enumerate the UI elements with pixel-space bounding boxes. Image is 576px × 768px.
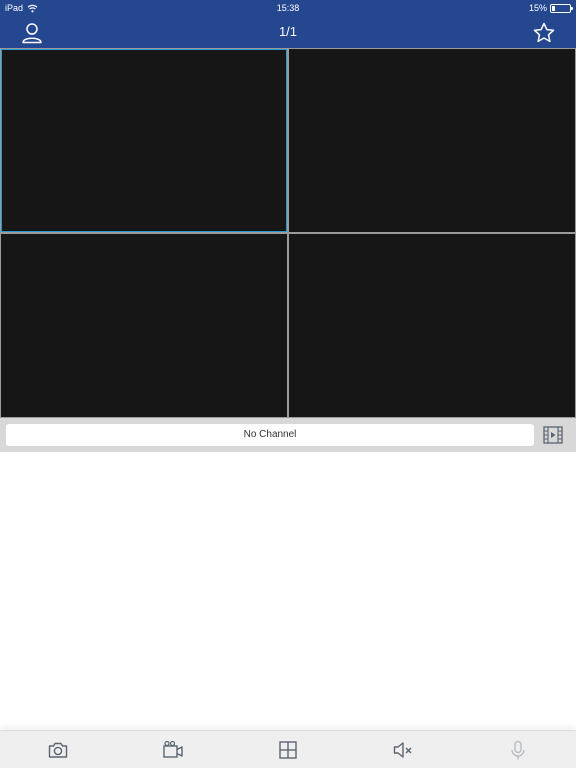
star-icon[interactable] [532,21,556,45]
channel-bar: No Channel [0,418,576,452]
microphone-icon[interactable] [507,739,529,761]
status-right: 15% [528,0,573,16]
battery-percent: 15% [528,3,547,13]
video-pane-2[interactable] [289,49,575,232]
video-pane-1[interactable] [1,49,287,232]
video-grid [0,48,576,418]
video-record-icon[interactable] [162,739,184,761]
speaker-mute-icon[interactable] [392,739,414,761]
nav-bar: 1/1 [0,16,576,48]
video-pane-3[interactable] [1,234,287,417]
grid-layout-icon[interactable] [277,739,299,761]
battery-fill [552,5,555,11]
video-pane-4[interactable] [289,234,575,417]
playback-film-icon[interactable] [542,424,564,446]
battery-icon [550,3,573,13]
content-area [0,452,576,730]
status-time: 15:38 [276,3,300,13]
header: iPad 15:38 15% 1/1 [0,0,576,48]
status-bar: iPad 15:38 15% [0,0,576,16]
bottom-toolbar [0,730,576,768]
channel-selector[interactable]: No Channel [6,424,534,446]
page-indicator: 1/1 [278,24,298,39]
app-root: iPad 15:38 15% 1/1 No Channel [0,0,576,768]
camera-icon[interactable] [47,739,69,761]
